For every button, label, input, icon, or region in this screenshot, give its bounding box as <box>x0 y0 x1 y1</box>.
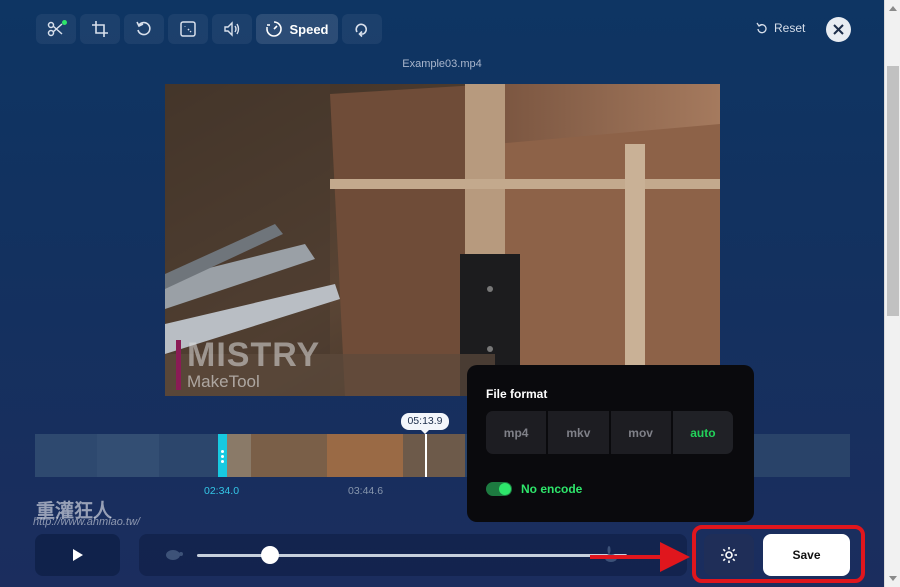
speed-tool-label: Speed <box>289 21 329 37</box>
timeline-mid-time: 03:44.6 <box>348 485 384 497</box>
trim-start-handle[interactable] <box>218 434 227 477</box>
undo-icon <box>756 22 767 34</box>
loop-tool-button[interactable] <box>342 14 382 44</box>
reset-button[interactable]: Reset <box>756 21 805 35</box>
video-watermark-title: MISTRY <box>187 336 321 374</box>
format-option-auto[interactable]: auto <box>672 411 733 454</box>
volume-tool-button[interactable] <box>212 14 252 44</box>
play-icon <box>72 549 83 561</box>
close-button[interactable] <box>826 17 851 42</box>
no-encode-toggle[interactable] <box>486 482 512 496</box>
speed-tool-button[interactable]: Speed <box>256 14 338 44</box>
speed-slider-knob[interactable] <box>261 546 280 564</box>
reset-label: Reset <box>774 21 806 35</box>
speed-icon <box>266 21 283 37</box>
volume-icon <box>224 21 240 37</box>
turtle-icon <box>166 550 183 560</box>
file-format-title: File format <box>486 387 548 401</box>
timeline-thumbnail <box>327 434 403 477</box>
crop-icon <box>92 21 108 37</box>
toggle-knob <box>499 483 511 495</box>
resize-tool-button[interactable] <box>168 14 208 44</box>
timeline-thumbnail <box>251 434 327 477</box>
rotate-tool-button[interactable] <box>124 14 164 44</box>
format-option-mp4[interactable]: mp4 <box>486 411 547 454</box>
page-scrollbar[interactable] <box>884 0 900 587</box>
scroll-down-arrow-icon[interactable] <box>889 576 897 581</box>
video-watermark-subtitle: MakeTool <box>187 372 260 391</box>
rotate-icon <box>136 21 151 36</box>
editor-toolbar: Speed <box>36 14 382 44</box>
resize-icon <box>180 21 196 37</box>
annotation-arrow-icon <box>590 542 690 572</box>
format-option-mov[interactable]: mov <box>610 411 671 454</box>
file-format-popover: File format mp4 mkv mov auto No encode <box>467 365 754 522</box>
no-encode-label: No encode <box>521 482 583 496</box>
scrollbar-thumb[interactable] <box>887 66 899 316</box>
watermark-accent-bar <box>176 340 181 390</box>
scroll-up-arrow-icon[interactable] <box>889 6 897 11</box>
active-dot <box>62 20 67 25</box>
play-button[interactable] <box>35 534 120 576</box>
crop-tool-button[interactable] <box>80 14 120 44</box>
file-format-selector: mp4 mkv mov auto <box>486 411 733 454</box>
format-option-mkv[interactable]: mkv <box>548 411 609 454</box>
loop-icon <box>355 23 367 38</box>
timeline-unselected-left <box>35 434 218 477</box>
close-icon <box>833 24 844 35</box>
playhead-marker[interactable] <box>425 434 427 477</box>
cut-tool-button[interactable] <box>36 14 76 44</box>
timeline-thumbnail <box>403 434 465 477</box>
video-filename: Example03.mp4 <box>402 58 482 70</box>
playhead-time-bubble: 05:13.9 <box>401 413 449 434</box>
site-watermark-url: http://www.ahmiao.tw/ <box>33 516 140 528</box>
video-preview[interactable]: MISTRY MakeTool <box>165 84 720 396</box>
highlight-annotation-box <box>692 525 865 583</box>
timeline-start-time: 02:34.0 <box>204 485 240 497</box>
timeline-thumbnail <box>227 434 251 477</box>
